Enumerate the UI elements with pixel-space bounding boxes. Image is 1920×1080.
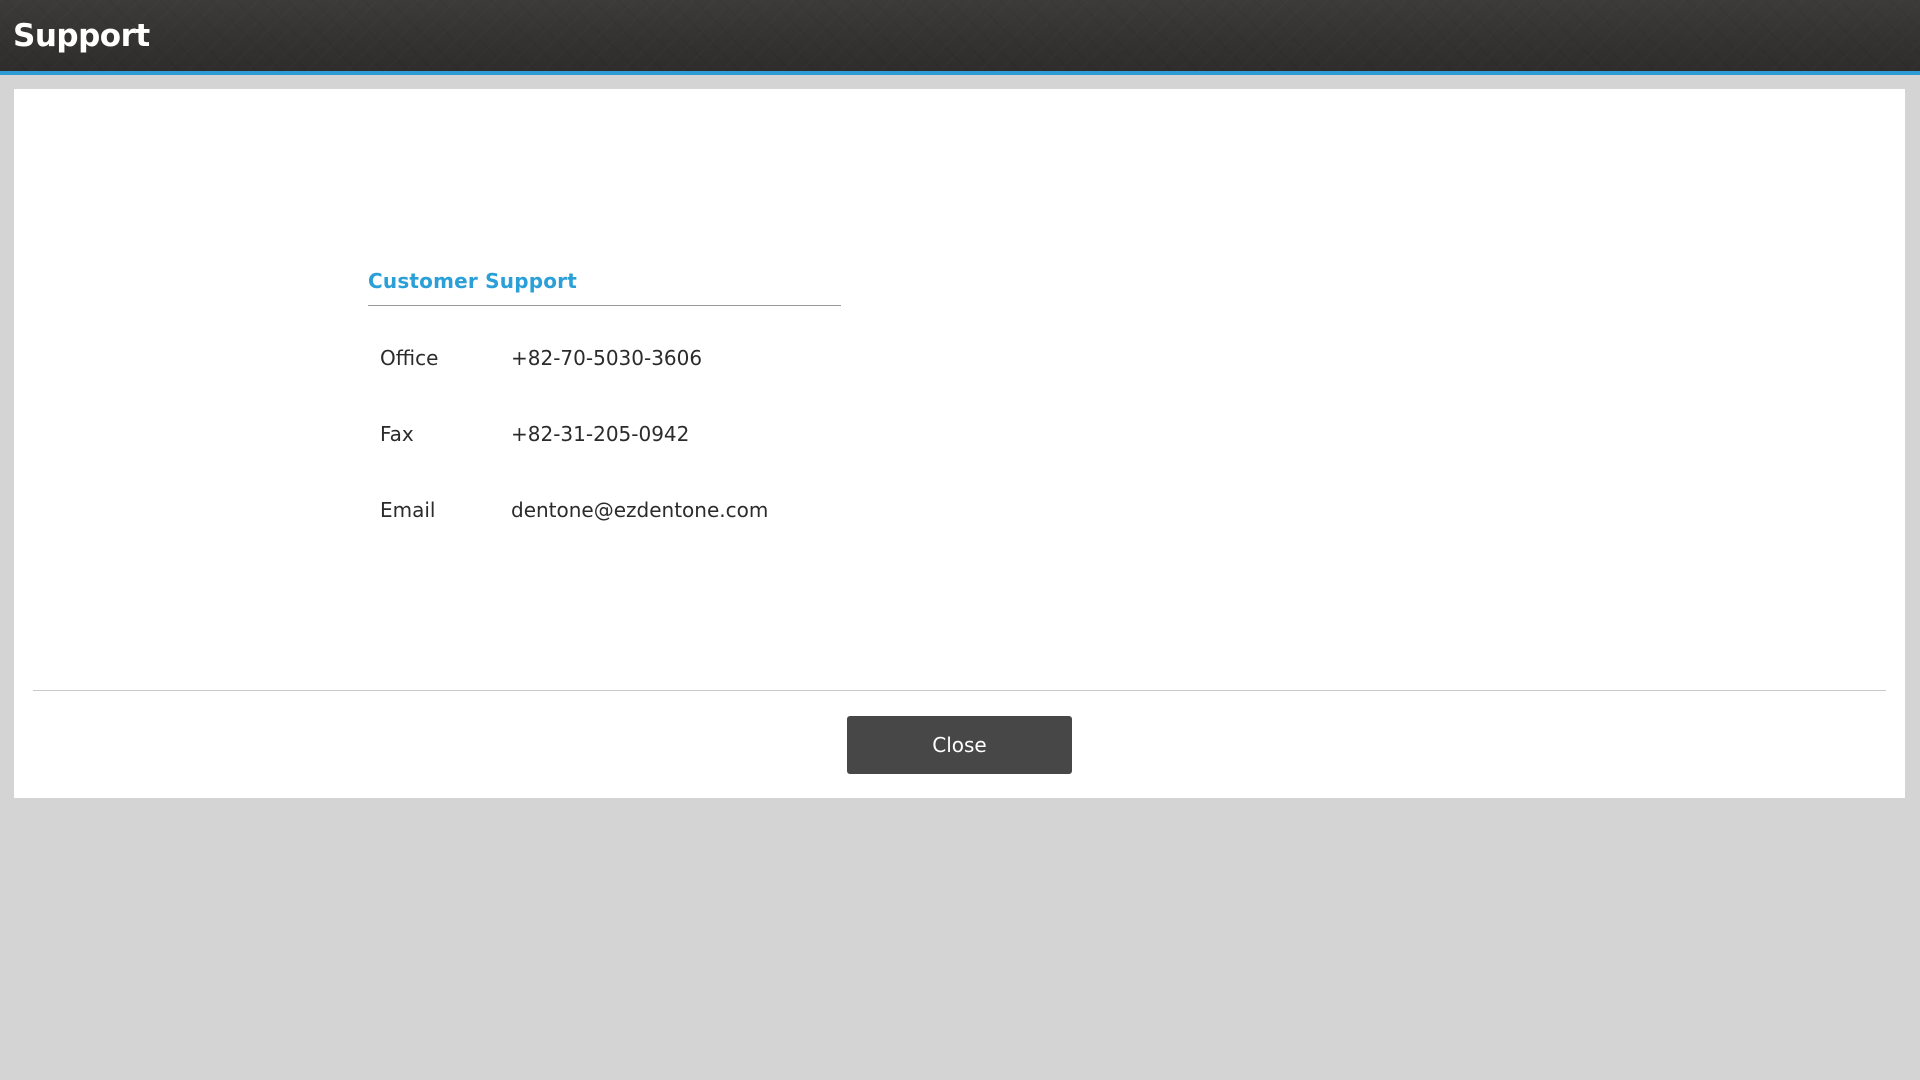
fax-label: Fax [380, 422, 414, 446]
title-bar: Support [0, 0, 1920, 75]
footer-divider [33, 690, 1886, 691]
office-row: Office +82-70-5030-3606 [380, 346, 840, 376]
window-title: Support [13, 18, 150, 54]
customer-support-section: Customer Support [368, 269, 841, 306]
email-row: Email dentone@ezdentone.com [380, 498, 840, 528]
title-bar-texture [0, 0, 1920, 71]
fax-value: +82-31-205-0942 [511, 422, 690, 446]
office-label: Office [380, 346, 439, 370]
email-value[interactable]: dentone@ezdentone.com [511, 498, 768, 522]
close-button[interactable]: Close [847, 716, 1072, 774]
section-title: Customer Support [368, 269, 841, 306]
support-panel: Customer Support Office +82-70-5030-3606… [14, 89, 1905, 798]
fax-row: Fax +82-31-205-0942 [380, 422, 840, 452]
office-value: +82-70-5030-3606 [511, 346, 703, 370]
email-label: Email [380, 498, 436, 522]
